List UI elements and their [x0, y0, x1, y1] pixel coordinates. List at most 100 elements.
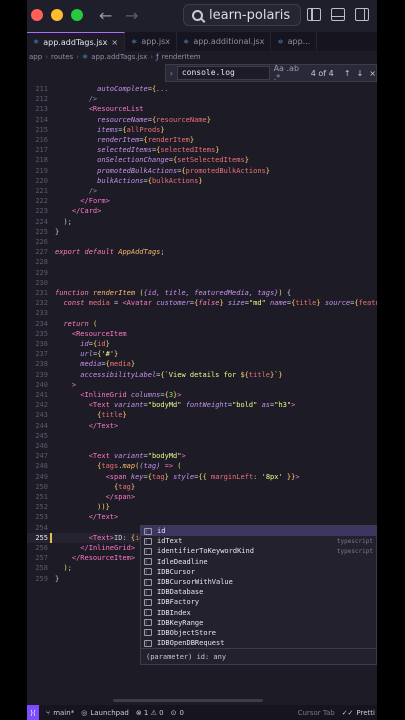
tab-overflow[interactable]: ⚛ app...	[271, 32, 318, 51]
close-tab-icon[interactable]: ×	[111, 38, 118, 47]
code-line[interactable]: 228	[27, 257, 377, 267]
code-text: ))}	[97, 503, 110, 512]
arrow-up-icon[interactable]: ↑	[344, 69, 351, 78]
code-line[interactable]: 247 <Text variant="bodyMd">	[27, 451, 377, 461]
suggestion-item[interactable]: [ ] id	[141, 526, 376, 537]
cursor-tab-indicator[interactable]: Cursor Tab	[298, 709, 335, 717]
suggestion-item[interactable]: [ ] IDBFactory	[141, 597, 376, 607]
code-line[interactable]: 234 return (	[27, 319, 377, 329]
code-line[interactable]: 212 />	[27, 94, 377, 104]
tab-app-addtags[interactable]: ⚛ app.addTags.jsx ×	[27, 32, 126, 51]
suggestion-label: IDBKeyRange	[157, 618, 204, 627]
code-line[interactable]: 242 <Text variant="bodyMd" fontWeight="b…	[27, 400, 377, 410]
code-line[interactable]: 238 media={media}	[27, 359, 377, 369]
ports-indicator[interactable]: ⊙ 0	[171, 709, 184, 717]
code-line[interactable]: 240 >	[27, 380, 377, 390]
code-line[interactable]: 253 </Text>	[27, 512, 377, 522]
code-line[interactable]: 222 </Form>	[27, 196, 377, 206]
code-line[interactable]: 217 selectedItems={selectedItems}	[27, 145, 377, 155]
minimize-window-button[interactable]	[51, 9, 63, 21]
code-line[interactable]: 220 bulkActions={bulkActions}	[27, 176, 377, 186]
code-line[interactable]: 252 ))}	[27, 502, 377, 512]
suggestion-item[interactable]: [ ] IDBCursor	[141, 567, 376, 577]
tab-app-additional[interactable]: ⚛ app.additional.jsx	[177, 32, 272, 51]
code-text: items={allProds}	[97, 125, 165, 134]
code-text: export default AppAddTags;	[55, 248, 165, 257]
prettier-indicator[interactable]: ✓✓ Pretti	[342, 709, 375, 717]
code-line[interactable]: 226	[27, 237, 377, 247]
suggestion-item[interactable]: [ ] IdleDeadline	[141, 557, 376, 567]
code-line[interactable]: 224 );	[27, 217, 377, 227]
code-line[interactable]: 211 autoComplete={...	[27, 84, 377, 94]
breadcrumb-item[interactable]: app	[29, 53, 42, 61]
remote-icon[interactable]: ⟩⟨	[27, 705, 39, 720]
code-line[interactable]: 244 </Text>	[27, 421, 377, 431]
toggle-sidebar-icon[interactable]	[307, 8, 321, 21]
find-options[interactable]: Aa .ab .*	[274, 64, 305, 82]
breadcrumb-item[interactable]: routes	[51, 53, 73, 61]
code-line[interactable]: 236 id={id}	[27, 339, 377, 349]
close-icon[interactable]: ×	[369, 69, 376, 78]
code-line[interactable]: 225}	[27, 227, 377, 237]
code-line[interactable]: 246	[27, 441, 377, 451]
suggestion-item[interactable]: [ ] IDBObjectStore	[141, 628, 376, 638]
code-line[interactable]: 214 resourceName={resourceName}	[27, 115, 377, 125]
code-line[interactable]: 243 {title}	[27, 410, 377, 420]
command-center-search[interactable]: learn-polaris	[183, 4, 301, 26]
line-number: 251	[35, 493, 48, 501]
code-line[interactable]: 251 </span>	[27, 492, 377, 502]
suggestion-item[interactable]: [ ] IDBCursorWithValue	[141, 577, 376, 587]
suggestion-label: IDBOpenDBRequest	[157, 639, 225, 648]
code-line[interactable]: 221 />	[27, 186, 377, 196]
code-line[interactable]: 233	[27, 308, 377, 318]
code-line[interactable]: 239 accessibilityLabel={`View details fo…	[27, 370, 377, 380]
launchpad-item[interactable]: ◎ Launchpad	[81, 709, 129, 717]
suggestion-item[interactable]: [ ] IDBDatabase	[141, 587, 376, 597]
code-text: return (	[63, 319, 98, 328]
forward-arrow-icon[interactable]: →	[125, 6, 138, 25]
code-line[interactable]: 215 items={allProds}	[27, 125, 377, 135]
code-line[interactable]: 245	[27, 431, 377, 441]
code-line[interactable]: 216 renderItem={renderItem}	[27, 135, 377, 145]
code-text: );	[63, 564, 72, 573]
code-line[interactable]: 231 function renderItem ({id, title, feat…	[27, 288, 377, 298]
tab-app[interactable]: ⚛ app.jsx	[125, 32, 178, 51]
breadcrumb-item[interactable]: app.addTags.jsx	[91, 53, 147, 61]
horizontal-scrollbar[interactable]	[113, 699, 263, 702]
find-input[interactable]: console.log	[176, 66, 270, 80]
zoom-window-button[interactable]	[71, 9, 83, 21]
breadcrumb-item[interactable]: renderItem	[162, 53, 201, 61]
close-window-button[interactable]	[31, 9, 43, 21]
suggestion-source: typescript	[336, 537, 373, 545]
code-line[interactable]: 213 <ResourceList	[27, 104, 377, 114]
code-line[interactable]: 218 onSelectionChange={setSelectedItems}	[27, 155, 377, 165]
code-line[interactable]: 235 <ResourceItem	[27, 329, 377, 339]
code-line[interactable]: 230	[27, 278, 377, 288]
back-arrow-icon[interactable]: ←	[99, 6, 112, 25]
code-line[interactable]: 250 {tag}	[27, 482, 377, 492]
code-line[interactable]: 241 <InlineGrid columns={3}>	[27, 390, 377, 400]
code-line[interactable]: 227 export default AppAddTags;	[27, 247, 377, 257]
branch-indicator[interactable]: ⑂ main*	[46, 709, 74, 717]
line-number: 259	[35, 574, 48, 583]
code-line[interactable]: 219 promotedBulkActions={promotedBulkAct…	[27, 166, 377, 176]
toggle-secondary-sidebar-icon[interactable]	[355, 8, 369, 21]
code-line[interactable]: 223 </Card>	[27, 206, 377, 216]
code-line[interactable]: 232 const media = <Avatar customer={fals…	[27, 298, 377, 308]
toggle-panel-icon[interactable]	[331, 8, 345, 21]
suggestion-item[interactable]: [ ] IDBKeyRange	[141, 618, 376, 628]
chevron-right-icon[interactable]: ›	[166, 69, 177, 78]
suggestion-item[interactable]: [ ] idText typescript	[141, 536, 376, 546]
problems-indicator[interactable]: ⊗ 1 ⚠ 0	[136, 709, 164, 717]
suggestion-item[interactable]: [ ] IDBIndex	[141, 608, 376, 618]
suggestion-item[interactable]: [ ] IDBOpenDBRequest	[141, 638, 376, 648]
arrow-down-icon[interactable]: ↓	[357, 69, 364, 78]
code-line[interactable]: 229	[27, 268, 377, 278]
suggestion-item[interactable]: [ ] identifierToKeywordKind typescript	[141, 546, 376, 556]
code-line[interactable]: 248 {tags.map((tag) => (	[27, 461, 377, 471]
line-number: 241	[35, 391, 48, 399]
react-file-icon: ⚛	[183, 37, 190, 46]
code-line[interactable]: 249 <span key={tag} style={{ marginLeft:…	[27, 472, 377, 482]
code-line[interactable]: 237 url={'#'}	[27, 349, 377, 359]
code-text: {title}	[97, 411, 127, 420]
